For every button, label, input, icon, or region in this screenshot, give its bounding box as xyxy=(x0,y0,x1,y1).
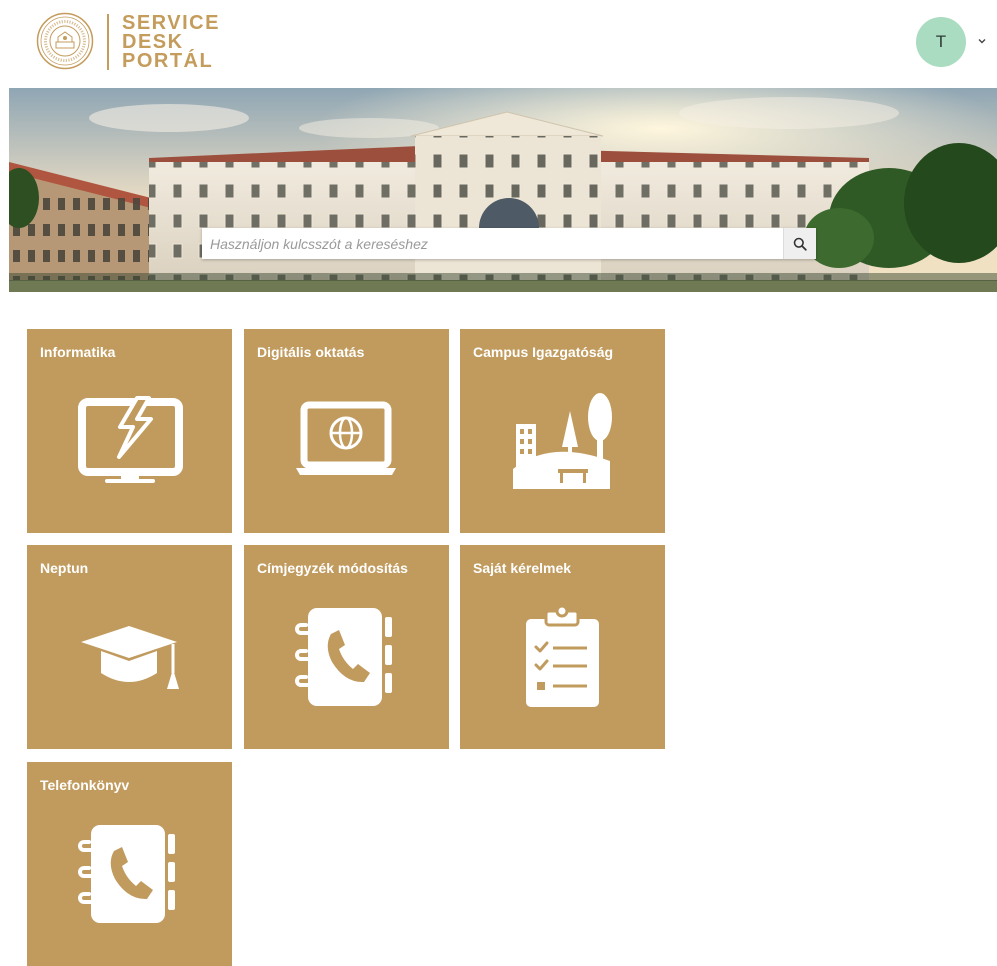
graduation-cap-icon xyxy=(81,626,179,689)
chevron-down-icon[interactable] xyxy=(976,36,988,46)
university-seal-icon xyxy=(36,12,94,70)
user-initial: T xyxy=(935,32,947,51)
header: SERVICE DESK PORTÁL T xyxy=(0,0,997,84)
logo-divider xyxy=(107,14,109,70)
tile-campus-igazgatosag[interactable]: Campus Igazgatóság xyxy=(460,329,665,533)
tile-sajat-kerelmek[interactable]: Saját kérelmek xyxy=(460,545,665,749)
search-button[interactable] xyxy=(783,228,816,259)
campus-park-icon xyxy=(513,393,612,489)
address-book-phone-icon xyxy=(78,825,175,923)
user-avatar-button[interactable]: T xyxy=(916,17,966,67)
search-input[interactable] xyxy=(202,228,777,259)
address-book-phone-icon xyxy=(295,608,392,706)
search-bar xyxy=(202,228,816,259)
tile-neptun[interactable]: Neptun xyxy=(27,545,232,749)
campus-building-image xyxy=(9,88,997,292)
tile-digitalis-oktatas[interactable]: Digitális oktatás xyxy=(244,329,449,533)
monitor-lightning-icon xyxy=(78,396,183,483)
logo-line-3: PORTÁL xyxy=(122,50,214,72)
tile-cimjegyzek-modositas[interactable]: Címjegyzék módosítás xyxy=(244,545,449,749)
logo-wordmark: SERVICE DESK PORTÁL xyxy=(122,13,220,72)
hero-banner xyxy=(9,88,997,292)
laptop-globe-icon xyxy=(296,401,396,475)
tile-telefonkonyv[interactable]: Telefonkönyv xyxy=(27,762,232,966)
search-icon xyxy=(793,237,807,251)
tile-informatika[interactable]: Informatika xyxy=(27,329,232,533)
clipboard-checklist-icon xyxy=(526,604,599,707)
